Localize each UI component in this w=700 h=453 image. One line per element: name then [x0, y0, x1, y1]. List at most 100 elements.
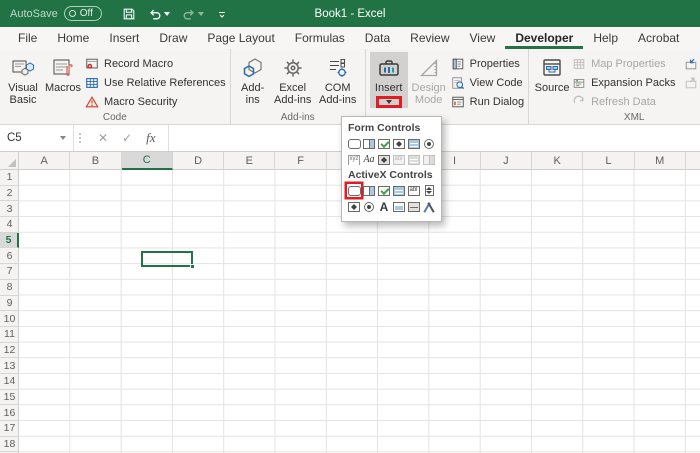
column-header-E[interactable]: E [224, 152, 276, 170]
autosave-toggle[interactable]: Off [63, 6, 102, 21]
tab-power-pivot[interactable]: Power Pivot [689, 28, 700, 49]
activex-command-button-icon[interactable] [347, 184, 361, 197]
row-header-17[interactable]: 17 [0, 421, 19, 437]
form-check-box-icon[interactable] [377, 137, 391, 150]
activex-check-box-icon[interactable] [377, 184, 391, 197]
tab-view[interactable]: View [460, 28, 506, 49]
tab-review[interactable]: Review [400, 28, 459, 49]
add-ins-button[interactable]: Add- ins [235, 52, 271, 106]
form-option-button-icon[interactable] [422, 137, 436, 150]
redo-button[interactable] [178, 7, 208, 21]
column-header-L[interactable]: L [583, 152, 635, 170]
row-header-18[interactable]: 18 [0, 437, 19, 453]
activex-text-box-icon[interactable]: abl [407, 184, 421, 197]
column-header-K[interactable]: K [532, 152, 584, 170]
row-header-11[interactable]: 11 [0, 327, 19, 343]
tab-file[interactable]: File [8, 28, 47, 49]
row-header-7[interactable]: 7 [0, 264, 19, 280]
activex-combo-box-icon[interactable] [362, 184, 376, 197]
view-code-button[interactable]: View Code [450, 75, 524, 90]
form-list-box-icon[interactable] [407, 137, 421, 150]
undo-button[interactable] [144, 7, 174, 21]
column-header-M[interactable]: M [635, 152, 686, 170]
form-spin-button-icon[interactable] [392, 137, 406, 150]
row-header-12[interactable]: 12 [0, 343, 19, 359]
column-header-A[interactable]: A [19, 152, 71, 170]
tab-formulas[interactable]: Formulas [285, 28, 355, 49]
customize-quick-access-button[interactable] [212, 8, 232, 20]
tab-help[interactable]: Help [583, 28, 628, 49]
source-button[interactable]: Source [533, 52, 571, 95]
insert-controls-button[interactable]: Insert [369, 52, 408, 108]
export-button[interactable]: Export [683, 75, 700, 90]
row-header-4[interactable]: 4 [0, 217, 19, 233]
row-header-14[interactable]: 14 [0, 374, 19, 390]
tab-acrobat[interactable]: Acrobat [628, 28, 689, 49]
activex-scroll-bar-icon[interactable] [422, 184, 436, 197]
name-box-dropdown-icon[interactable] [60, 136, 66, 140]
insert-function-icon[interactable]: fx [146, 130, 155, 146]
column-header-B[interactable]: B [70, 152, 122, 170]
column-header-D[interactable]: D [173, 152, 225, 170]
activex-spin-button-icon[interactable] [347, 200, 361, 213]
row-header-15[interactable]: 15 [0, 390, 19, 406]
design-mode-button[interactable]: Design Mode [408, 52, 450, 106]
row-header-6[interactable]: 6 [0, 248, 19, 265]
excel-add-ins-button[interactable]: Excel Add-ins [271, 52, 315, 106]
form-label-icon[interactable]: Aa [362, 153, 376, 166]
record-macro-button[interactable]: Record Macro [84, 56, 226, 71]
form-button-icon[interactable] [347, 137, 361, 150]
form-combo-box-icon[interactable] [362, 137, 376, 150]
select-all-corner[interactable] [0, 152, 19, 170]
run-dialog-button[interactable]: Run Dialog [450, 94, 524, 109]
activex-image-icon[interactable] [392, 200, 406, 213]
cancel-icon[interactable]: ✕ [98, 131, 108, 145]
row-header-16[interactable]: 16 [0, 405, 19, 421]
macros-button[interactable]: Macros [42, 52, 84, 95]
form-combo-list-edit-icon[interactable] [407, 153, 421, 166]
formula-bar-resizer[interactable] [74, 125, 86, 151]
com-add-ins-button[interactable]: COM Add-ins [315, 52, 361, 106]
activex-more-controls-icon[interactable] [422, 200, 436, 213]
row-header-9[interactable]: 9 [0, 296, 19, 312]
map-properties-button[interactable]: Map Properties [571, 56, 675, 71]
redo-dropdown-icon[interactable] [197, 11, 204, 16]
use-relative-references-button[interactable]: Use Relative References [84, 75, 226, 90]
tab-draw[interactable]: Draw [149, 28, 197, 49]
row-header-3[interactable]: 3 [0, 201, 19, 218]
form-combo-dropdown-edit-icon[interactable] [422, 153, 436, 166]
tab-insert[interactable]: Insert [99, 28, 149, 49]
row-header-8[interactable]: 8 [0, 280, 19, 296]
column-header-F[interactable]: F [275, 152, 327, 170]
activex-list-box-icon[interactable] [392, 184, 406, 197]
row-header-1[interactable]: 1 [0, 170, 19, 186]
fill-handle[interactable] [189, 264, 195, 270]
import-button[interactable]: Import [683, 56, 700, 71]
undo-dropdown-icon[interactable] [163, 11, 170, 16]
activex-option-button-icon[interactable] [362, 200, 376, 213]
save-button[interactable] [118, 7, 140, 21]
tab-page-layout[interactable]: Page Layout [197, 28, 284, 49]
row-header-5[interactable]: 5 [0, 232, 19, 249]
properties-button[interactable]: Properties [450, 56, 524, 71]
form-text-field-icon[interactable]: abl [392, 153, 406, 166]
enter-icon[interactable]: ✓ [122, 131, 132, 145]
activex-label-icon[interactable]: A [377, 200, 391, 214]
row-header-2[interactable]: 2 [0, 186, 19, 202]
column-header-J[interactable]: J [481, 152, 532, 170]
visual-basic-button[interactable]: Visual Basic [4, 52, 42, 106]
name-box[interactable]: C5 [0, 125, 74, 151]
tab-developer[interactable]: Developer [505, 28, 584, 49]
refresh-data-button[interactable]: Refresh Data [571, 94, 675, 109]
macro-security-button[interactable]: Macro Security [84, 94, 226, 109]
tab-home[interactable]: Home [47, 28, 99, 49]
tab-data[interactable]: Data [355, 28, 400, 49]
row-header-10[interactable]: 10 [0, 311, 19, 327]
column-header-C[interactable]: C [121, 152, 173, 170]
row-header-13[interactable]: 13 [0, 358, 19, 374]
insert-dropdown-annotation[interactable] [375, 95, 402, 108]
form-scroll-bar-icon[interactable] [377, 153, 391, 166]
form-group-box-icon[interactable]: xyz [347, 153, 361, 166]
expansion-packs-button[interactable]: Expansion Packs [571, 75, 675, 90]
activex-toggle-button-icon[interactable] [407, 200, 421, 213]
